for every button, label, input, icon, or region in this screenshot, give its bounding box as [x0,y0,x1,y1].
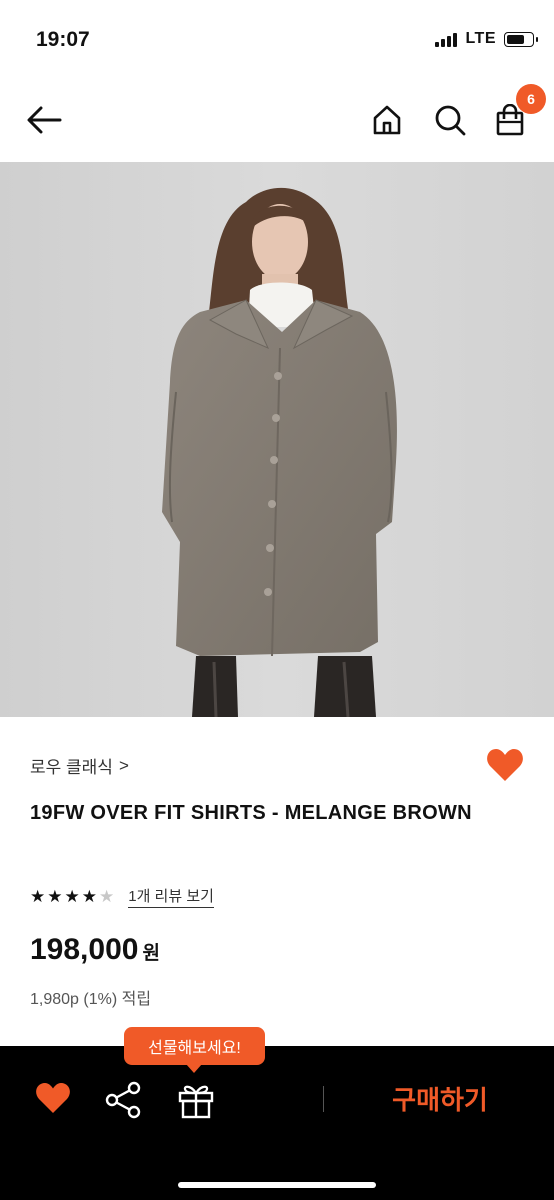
status-bar: 19:07 LTE [0,0,554,80]
star-filled-icon: ★ [30,887,46,906]
search-icon [435,105,466,136]
home-button[interactable] [365,98,409,142]
search-button[interactable] [428,98,472,142]
brand-name: 로우 클래식 [30,758,113,777]
top-nav: 6 [0,80,554,162]
cart-button[interactable]: 6 [488,84,546,142]
share-icon[interactable] [104,1080,144,1120]
brand-link[interactable]: 로우 클래식 > [30,753,129,778]
star-filled-icon: ★ [81,887,97,906]
divider [323,1086,324,1112]
price-amount: 198,000 [30,933,139,966]
price-unit: 원 [142,943,160,964]
rating-row: ★ ★ ★ ★ ★ 1개 리뷰 보기 [30,885,214,908]
status-indicators: LTE [435,30,538,48]
buy-button[interactable]: 구매하기 [360,1080,520,1117]
battery-icon [504,31,538,47]
network-label: LTE [465,30,496,47]
bottom-action-bar: 구매하기 [0,1046,554,1200]
cart-count-badge: 6 [516,84,546,114]
wishlist-heart-icon[interactable] [34,1080,72,1116]
product-image[interactable] [0,162,554,717]
arrow-left-icon [27,106,62,134]
star-empty-icon: ★ [99,887,115,906]
price: 198,000 원 [30,933,160,967]
review-link[interactable]: 1개 리뷰 보기 [128,885,214,908]
back-button[interactable] [22,98,66,142]
home-indicator [178,1182,376,1188]
chevron-right-icon: > [118,755,129,775]
product-photo-illustration [0,162,554,717]
gift-tooltip: 선물해보세요! [124,1027,265,1073]
home-icon [373,105,401,135]
favorite-heart-icon[interactable] [486,747,524,783]
product-title: 19FW OVER FIT SHIRTS - MELANGE BROWN [30,802,472,824]
status-time: 19:07 [36,28,90,51]
product-info: 로우 클래식 > 19FW OVER FIT SHIRTS - MELANGE … [0,717,554,1047]
star-filled-icon: ★ [64,887,80,906]
reward-points: 1,980p (1%) 적립 [30,991,152,1008]
star-filled-icon: ★ [47,887,63,906]
gift-icon[interactable] [176,1080,216,1120]
signal-icon [435,31,458,47]
product-detail-screen: 19:07 LTE 6 로우 클래식 > 19FW OVER FIT SHIRT… [0,0,554,1200]
